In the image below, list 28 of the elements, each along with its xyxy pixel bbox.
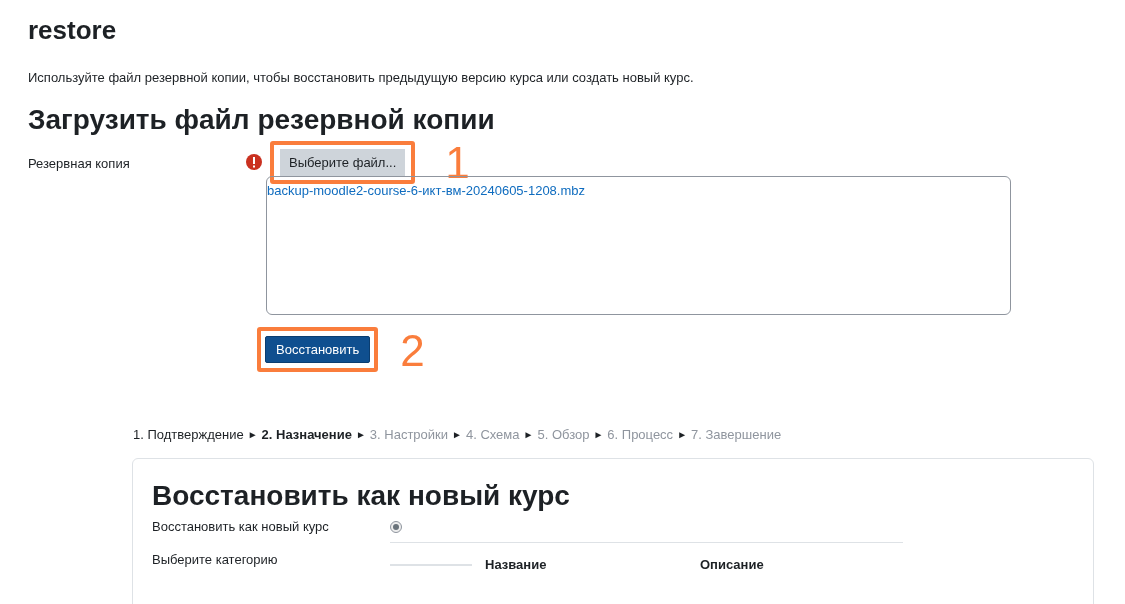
step-separator: ► — [355, 429, 366, 440]
callout-number: 2 — [400, 329, 425, 373]
column-header: Название — [485, 557, 548, 572]
choose-file-button[interactable]: Выберите файл... — [280, 149, 406, 176]
column-header: Описание — [700, 557, 764, 572]
step-label: 4. Схема — [465, 427, 520, 442]
field-label: Выберите категорию — [152, 552, 279, 569]
step-separator: ► — [593, 429, 604, 440]
step-label: 1. Подтверждение — [133, 427, 244, 442]
field-label: Резервная копия — [28, 155, 131, 173]
card-heading: Восстановить как новый курс — [152, 479, 571, 513]
radio-button[interactable] — [390, 521, 402, 533]
step-label: 5. Обзор — [537, 427, 590, 442]
step-label: 7. Завершение — [691, 427, 782, 442]
restore-button[interactable]: Восстановить — [265, 336, 371, 363]
file-drop-area[interactable]: backup-moodle2-course-6-икт-вм-20240605-1208.mbz — [266, 176, 1011, 315]
file-link[interactable]: backup-moodle2-course-6-икт-вм-20240605-1208.mbz — [267, 183, 586, 198]
section-heading: Загрузить файл резервной копии — [28, 103, 496, 137]
step-separator: ► — [452, 429, 462, 440]
step-label: 6. Процесс — [607, 427, 674, 442]
step-separator: ► — [677, 429, 688, 440]
step-separator: ► — [247, 429, 258, 440]
intro-text: Используйте файл резервной копии, чтобы восстановить предыдущую версию курса или создать новый курс. — [28, 70, 695, 85]
page-title: restore — [28, 14, 118, 46]
step-label: 2. Назначение — [261, 427, 352, 442]
step-separator: ► — [523, 429, 534, 440]
step-label: 3. Настройки — [369, 427, 448, 442]
option-label: Восстановить как новый курс — [152, 519, 330, 534]
